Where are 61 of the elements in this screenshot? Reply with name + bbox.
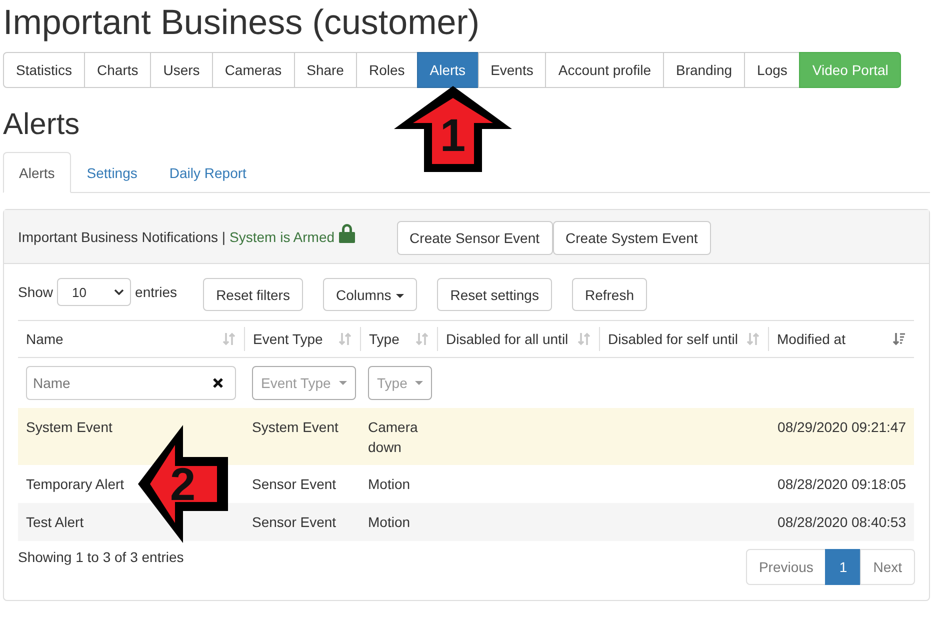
nav-tab[interactable]: Statistics	[3, 52, 86, 88]
page-size-select[interactable]: 10	[57, 278, 132, 306]
pagination-button[interactable]: Previous	[746, 549, 826, 585]
nav-tab[interactable]: Branding	[662, 52, 746, 88]
entries-label: entries	[135, 283, 178, 302]
tab[interactable]: Alerts	[3, 152, 71, 193]
nav-tab[interactable]: Account profile	[545, 52, 664, 88]
table-cell: Motion	[368, 476, 410, 492]
armed-status: System is Armed	[230, 228, 335, 244]
sort-icon	[746, 332, 760, 346]
table-cell: 08/28/2020 08:40:53	[778, 514, 906, 530]
show-label: Show	[18, 283, 54, 302]
column-header[interactable]: Name	[18, 320, 244, 358]
table-cell: Sensor Event	[252, 476, 336, 492]
nav-tab[interactable]: Roles	[356, 52, 418, 88]
tab[interactable]: Settings	[70, 152, 154, 193]
caret-icon	[396, 294, 404, 298]
toolbar-button[interactable]: Reset settings	[437, 278, 552, 311]
nav-tab[interactable]: Cameras	[212, 52, 295, 88]
table-info: Showing 1 to 3 of 3 entries	[18, 548, 184, 567]
column-header[interactable]: Modified at	[768, 320, 914, 358]
page-title: Important Business (customer)	[2, 2, 481, 44]
column-header[interactable]: Disabled for all until	[437, 320, 599, 358]
nav-tab[interactable]: Events	[478, 52, 546, 88]
sort-icon	[577, 332, 591, 346]
nav-tab[interactable]: Alerts	[416, 52, 479, 88]
name-filter-field[interactable]: Name	[26, 366, 236, 400]
nav-tab[interactable]: Charts	[84, 52, 152, 88]
table-cell: 08/28/2020 09:18:05	[778, 476, 906, 492]
create-event-button[interactable]: Create Sensor Event	[396, 220, 553, 254]
sort-icon	[222, 332, 236, 346]
left-arrow-annotation: 2	[136, 423, 230, 545]
toolbar-button[interactable]: Refresh	[572, 278, 647, 311]
sort-icon	[415, 332, 429, 346]
column-header[interactable]: Type	[360, 320, 437, 358]
clear-icon[interactable]	[212, 377, 224, 389]
table-cell: Sensor Event	[252, 514, 336, 530]
chevron-icon	[114, 289, 124, 295]
sort-icon	[338, 332, 352, 346]
sort-descending-icon	[892, 332, 906, 346]
toolbar-button[interactable]: Reset filters	[203, 278, 303, 311]
column-header[interactable]: Event Type	[244, 320, 360, 358]
pagination-button[interactable]: Next	[860, 549, 915, 585]
table-cell: System Event	[252, 419, 338, 435]
create-event-button[interactable]: Create System Event	[552, 220, 711, 254]
section-title: Alerts	[2, 107, 80, 143]
nav-tab[interactable]: Users	[150, 52, 213, 88]
nav-tab[interactable]: Share	[294, 52, 357, 88]
table-cell: Motion	[368, 514, 410, 530]
table-cell: System Event	[26, 419, 112, 435]
table-cell: Camera down	[368, 419, 418, 455]
panel-heading: Important Business Notifications |	[18, 228, 226, 244]
column-header[interactable]: Disabled for self until	[599, 320, 768, 358]
tab[interactable]: Daily Report	[153, 152, 262, 193]
table-cell: Temporary Alert	[26, 476, 124, 492]
columns-dropdown[interactable]: Columns	[322, 278, 418, 311]
pagination-button[interactable]: 1	[825, 549, 862, 585]
up-arrow-annotation: 1	[392, 84, 514, 174]
nav-tab[interactable]: Logs	[744, 52, 800, 88]
table-cell: 08/29/2020 09:21:47	[778, 419, 906, 435]
table-cell: Test Alert	[26, 514, 84, 530]
